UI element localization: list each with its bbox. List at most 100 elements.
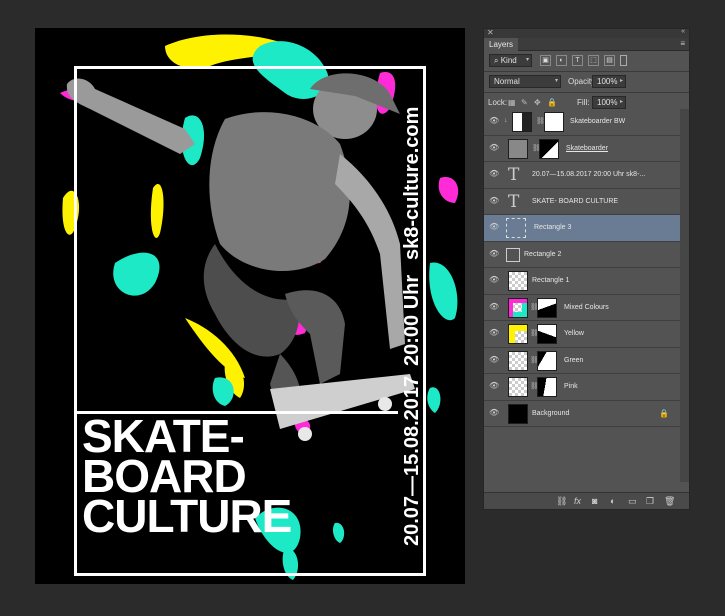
layer-name: Background	[532, 409, 570, 417]
image-thumb	[508, 377, 528, 397]
layer-row-skateboarder[interactable]: 👁 ⛓ Skateboarder	[484, 135, 681, 162]
adjustment-thumb	[512, 112, 532, 132]
layer-name: Pink	[564, 383, 578, 390]
eye-icon[interactable]: 👁	[489, 249, 499, 258]
eye-icon[interactable]: 👁	[489, 329, 499, 337]
fill-input[interactable]: 100% ▸	[592, 96, 626, 109]
text-layer-icon: T	[508, 191, 520, 212]
mask-thumb	[537, 324, 557, 344]
shape-thumb	[508, 271, 528, 291]
fill-label: Fill:	[577, 98, 590, 107]
layer-row-rectangle-3[interactable]: 👁 Rectangle 3	[484, 215, 681, 242]
shape-thumb	[506, 247, 520, 262]
panel-menu-icon[interactable]: ≡	[680, 39, 685, 48]
fill-value: 100%	[597, 98, 618, 107]
poster-title: SKATE- BOARD CULTURE	[82, 413, 422, 542]
chevron-down-icon: ▸	[619, 78, 623, 84]
lock-move-icon[interactable]: ✥	[534, 98, 541, 107]
smart-object-filter-icon[interactable]: ▤	[604, 55, 615, 66]
blend-mode-value: Normal	[494, 77, 520, 86]
close-icon[interactable]: ✕	[487, 28, 494, 37]
type-filter-icon[interactable]: T	[572, 55, 583, 66]
lock-label: Lock:	[488, 98, 508, 107]
mask-thumb	[537, 297, 557, 318]
layer-row-dates-text[interactable]: 👁 T 20.07—15.08.2017 20:00 Uhr sk8-...	[484, 162, 681, 189]
text-layer-icon: T	[508, 165, 520, 185]
lock-brush-icon[interactable]: ✎	[521, 98, 528, 107]
pixel-filter-icon[interactable]: ▣	[540, 55, 551, 66]
layer-list-scrollbar[interactable]	[680, 109, 689, 482]
filter-toggle-icon[interactable]	[620, 55, 627, 66]
image-thumb	[508, 350, 528, 371]
tab-layers[interactable]: Layers	[484, 38, 519, 51]
layer-row-background[interactable]: 👁 Background 🔒	[484, 400, 681, 427]
layer-row-mixed-colours[interactable]: 👁 ⛓ Mixed Colours	[484, 294, 681, 321]
layer-name: Skateboarder BW	[570, 118, 626, 125]
filter-row: ⌕ Kind ▾ ▣ ◐ T ⬚ ▤	[484, 51, 689, 71]
eye-icon[interactable]: 👁	[489, 382, 499, 390]
new-layer-icon[interactable]: ❐	[646, 496, 654, 507]
opacity-input[interactable]: 100% ▸	[592, 75, 626, 88]
layers-panel: ✕ « Layers ≡ ⌕ Kind ▾ ▣ ◐ T ⬚ ▤ Normal ▾…	[483, 28, 690, 510]
poster-url: sk8-culture.com	[401, 106, 423, 260]
opacity-value: 100%	[597, 77, 618, 86]
image-thumb	[508, 297, 528, 318]
poster-title-line-3: CULTURE	[82, 490, 292, 542]
layer-row-pink[interactable]: 👁 ⛓ Pink	[484, 374, 681, 401]
kind-filter-label: Kind	[500, 56, 517, 65]
image-thumb	[508, 324, 528, 344]
link-layers-icon[interactable]: ⛓	[556, 496, 567, 507]
eye-icon[interactable]: 👁	[489, 170, 499, 178]
layer-name: Rectangle 2	[524, 250, 562, 258]
shape-thumb	[506, 218, 526, 238]
layer-name: Skateboarder	[566, 144, 609, 152]
eye-icon[interactable]: 👁	[489, 276, 499, 284]
lock-transparent-icon[interactable]: ▦	[508, 98, 516, 107]
layer-name: SKATE- BOARD CULTURE	[532, 197, 619, 205]
layer-name: Mixed Colours	[564, 303, 609, 311]
poster-dates: 20.07—15.08.2017	[401, 375, 423, 546]
layer-name: Rectangle 3	[534, 224, 572, 231]
mask-thumb	[544, 112, 564, 132]
kind-filter-select[interactable]: ⌕ Kind ▾	[489, 54, 532, 67]
adjustment-filter-icon[interactable]: ◐	[556, 55, 567, 66]
poster-canvas: SKATE- BOARD CULTURE 20.07—15.08.2017 20…	[35, 28, 465, 584]
eye-icon[interactable]: 👁	[489, 143, 499, 152]
lock-icon: 🔒	[659, 408, 669, 418]
panel-tab-row: Layers ≡	[484, 38, 689, 51]
collapse-icon[interactable]: «	[681, 28, 685, 35]
eye-icon[interactable]: 👁	[489, 355, 499, 364]
chevron-down-icon: ▾	[525, 57, 529, 63]
fx-icon[interactable]: fx	[574, 496, 581, 506]
lock-all-icon[interactable]: 🔒	[547, 98, 557, 107]
mask-thumb	[537, 350, 557, 371]
layer-row-rectangle-1[interactable]: 👁 Rectangle 1	[484, 268, 681, 295]
adjustment-icon[interactable]: ◐	[610, 496, 615, 506]
layer-row-skateboarder-bw[interactable]: 👁 ↓ ⛓ Skateboarder BW	[484, 109, 681, 136]
layer-row-green[interactable]: 👁 ⛓ Green	[484, 347, 681, 374]
mask-thumb	[539, 138, 559, 159]
chevron-down-icon: ▸	[619, 99, 623, 105]
eye-icon[interactable]: 👁	[489, 117, 499, 125]
layer-name: Green	[564, 356, 584, 364]
mask-thumb	[537, 377, 557, 397]
mask-icon[interactable]: ◙	[592, 496, 597, 506]
eye-icon[interactable]: 👁	[489, 196, 499, 205]
shape-filter-icon[interactable]: ⬚	[588, 55, 599, 66]
folder-icon[interactable]: ▭	[628, 496, 637, 507]
layer-row-title-text[interactable]: 👁 T SKATE- BOARD CULTURE	[484, 188, 681, 215]
search-icon: ⌕	[494, 56, 499, 65]
blend-mode-select[interactable]: Normal ▾	[489, 75, 561, 88]
layer-list: 👁 ↓ ⛓ Skateboarder BW 👁 ⛓ Skateboarder 👁…	[484, 109, 681, 427]
clip-arrow-icon: ↓	[504, 117, 508, 124]
trash-icon[interactable]: 🗑	[664, 496, 675, 507]
layer-name: Rectangle 1	[532, 277, 570, 284]
panel-titlebar: ✕ «	[484, 28, 689, 38]
image-thumb	[508, 138, 528, 159]
eye-icon[interactable]: 👁	[489, 302, 499, 311]
layer-row-rectangle-2[interactable]: 👁 Rectangle 2	[484, 241, 681, 268]
eye-icon[interactable]: 👁	[489, 223, 499, 231]
layer-row-yellow[interactable]: 👁 ⛓ Yellow	[484, 321, 681, 348]
eye-icon[interactable]: 👁	[489, 408, 499, 417]
panel-footer: ⛓ fx ◙ ◐ ▭ ❐ 🗑	[484, 492, 689, 509]
